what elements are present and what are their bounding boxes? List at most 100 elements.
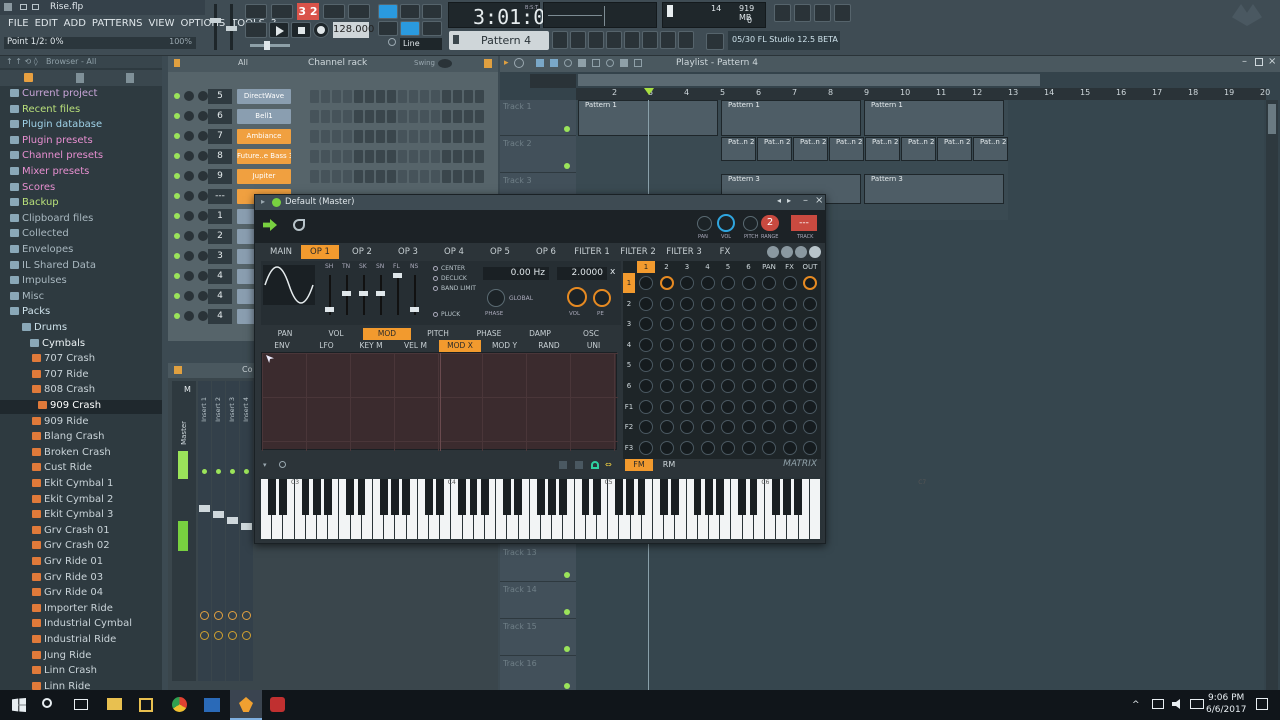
news-panel[interactable]: 05/30 FL Studio 12.5 BETA	[728, 31, 840, 50]
mixer-insert-strip[interactable]: Insert 3	[226, 381, 239, 681]
white-key[interactable]	[809, 479, 820, 539]
channel-led-icon[interactable]	[174, 253, 180, 259]
loop-button[interactable]	[245, 22, 267, 38]
black-key[interactable]	[626, 479, 635, 515]
channel-led-icon[interactable]	[174, 313, 180, 319]
mixer-insert-strip[interactable]: Insert 1	[198, 381, 211, 681]
master-volume-slider[interactable]	[210, 4, 221, 50]
step-button[interactable]	[442, 110, 451, 123]
step-button[interactable]	[398, 170, 407, 183]
step-button[interactable]	[332, 90, 341, 103]
track-header[interactable]: Track 14	[500, 583, 576, 619]
pattern-clip[interactable]: Pattern 1	[864, 100, 1004, 136]
matrix-knob[interactable]	[741, 440, 756, 455]
browser-item[interactable]: Mixer presets	[0, 166, 162, 180]
option-radio-icon[interactable]	[433, 286, 438, 291]
media-player-icon[interactable]	[139, 698, 153, 712]
black-key[interactable]	[346, 479, 355, 515]
matrix-knob[interactable]	[659, 399, 674, 414]
ratio-display[interactable]: 2.0000	[557, 267, 607, 280]
step-button[interactable]	[354, 110, 363, 123]
black-key[interactable]	[357, 479, 366, 515]
browser-item[interactable]: 707 Ride	[0, 369, 162, 383]
black-key[interactable]	[301, 479, 310, 515]
channel-rack-menu-icon[interactable]	[174, 59, 180, 67]
matrix-knob[interactable]	[680, 420, 694, 435]
step-button[interactable]	[464, 110, 473, 123]
playlist-snap-icon[interactable]	[514, 58, 524, 68]
step-button[interactable]	[310, 170, 319, 183]
tray-people-icon[interactable]: ^	[1132, 700, 1140, 710]
playlist-arrow-icon[interactable]: ▸	[504, 58, 509, 68]
matrix-knob[interactable]	[721, 358, 735, 373]
matrix-knob[interactable]	[700, 317, 715, 332]
mixer-master-strip[interactable]: M Master	[172, 381, 196, 681]
snap-selector[interactable]: Line	[400, 38, 442, 50]
step-button[interactable]	[475, 110, 484, 123]
insert-route-knob[interactable]	[242, 631, 251, 640]
channel-pan-knob[interactable]	[184, 291, 194, 301]
matrix-knob[interactable]	[659, 358, 674, 373]
browser-item[interactable]: Cymbals	[0, 338, 162, 352]
envelope-magnet-icon[interactable]	[591, 461, 599, 469]
browser-item[interactable]: Ekit Cymbal 3	[0, 509, 162, 523]
channel-pan-knob[interactable]	[184, 171, 194, 181]
tray-network-icon[interactable]	[1152, 699, 1164, 709]
track-led-icon[interactable]	[564, 126, 570, 132]
browser-item[interactable]: Scores	[0, 182, 162, 196]
matrix-knob[interactable]	[639, 440, 653, 455]
operator-tab[interactable]: OP 4	[431, 245, 477, 259]
matrix-knob[interactable]	[700, 276, 715, 290]
matrix-knob[interactable]	[782, 399, 797, 414]
envelope-tool-2[interactable]	[575, 461, 583, 469]
envelope-editor[interactable]	[261, 352, 618, 451]
fl-studio-taskbar-button[interactable]	[230, 690, 262, 720]
mixer-menu-icon[interactable]	[174, 366, 182, 374]
matrix-knob[interactable]	[803, 337, 817, 352]
step-button[interactable]	[332, 150, 341, 163]
matrix-knob[interactable]	[741, 337, 756, 352]
step-button[interactable]	[332, 110, 341, 123]
pitch-knob[interactable]	[743, 216, 758, 231]
matrix-knob[interactable]	[680, 379, 694, 393]
envelope-tab[interactable]: RAND	[528, 340, 570, 352]
step-button[interactable]	[376, 130, 385, 143]
browser-item[interactable]: Collected	[0, 228, 162, 242]
channel-name-button[interactable]: Bell1	[237, 109, 291, 124]
pattern-selector[interactable]: Pattern 4	[449, 31, 549, 50]
operator-fader[interactable]	[397, 275, 399, 315]
browser-item[interactable]: Plugin database	[0, 119, 162, 133]
step-button[interactable]	[343, 130, 352, 143]
record-button[interactable]	[313, 22, 329, 38]
channel-name-button[interactable]: Future..e Bass 3	[237, 149, 291, 164]
insert-fader[interactable]	[241, 523, 252, 530]
channel-pan-knob[interactable]	[184, 111, 194, 121]
track-header[interactable]: Track 16	[500, 657, 576, 693]
matrix-knob[interactable]	[659, 296, 674, 311]
step-button[interactable]	[332, 130, 341, 143]
step-button[interactable]	[321, 150, 330, 163]
pattern-clip[interactable]: Pattern 1	[721, 100, 861, 136]
step-button[interactable]	[431, 150, 440, 163]
step-button[interactable]	[398, 150, 407, 163]
black-key[interactable]	[783, 479, 791, 515]
matrix-knob[interactable]	[639, 379, 653, 393]
step-button[interactable]	[343, 170, 352, 183]
matrix-knob[interactable]	[639, 337, 653, 352]
operator-tab[interactable]: MAIN	[261, 245, 301, 259]
step-button[interactable]	[409, 170, 418, 183]
matrix-knob[interactable]	[782, 440, 797, 455]
black-key[interactable]	[402, 479, 411, 515]
black-key[interactable]	[267, 479, 276, 515]
browser-item[interactable]: 909 Ride	[0, 416, 162, 430]
browser-item[interactable]: 909 Crash	[0, 400, 162, 414]
view-button-3[interactable]	[795, 246, 807, 258]
channel-pan-knob[interactable]	[184, 211, 194, 221]
envelope-menu-icon[interactable]: ▾	[263, 461, 267, 469]
black-key[interactable]	[379, 479, 388, 515]
browser-item[interactable]: Grv Crash 02	[0, 540, 162, 554]
matrix-knob[interactable]	[803, 317, 817, 332]
pan-knob[interactable]	[697, 216, 712, 231]
master-pitch-slider[interactable]	[226, 4, 237, 50]
matrix-knob[interactable]	[741, 420, 756, 435]
